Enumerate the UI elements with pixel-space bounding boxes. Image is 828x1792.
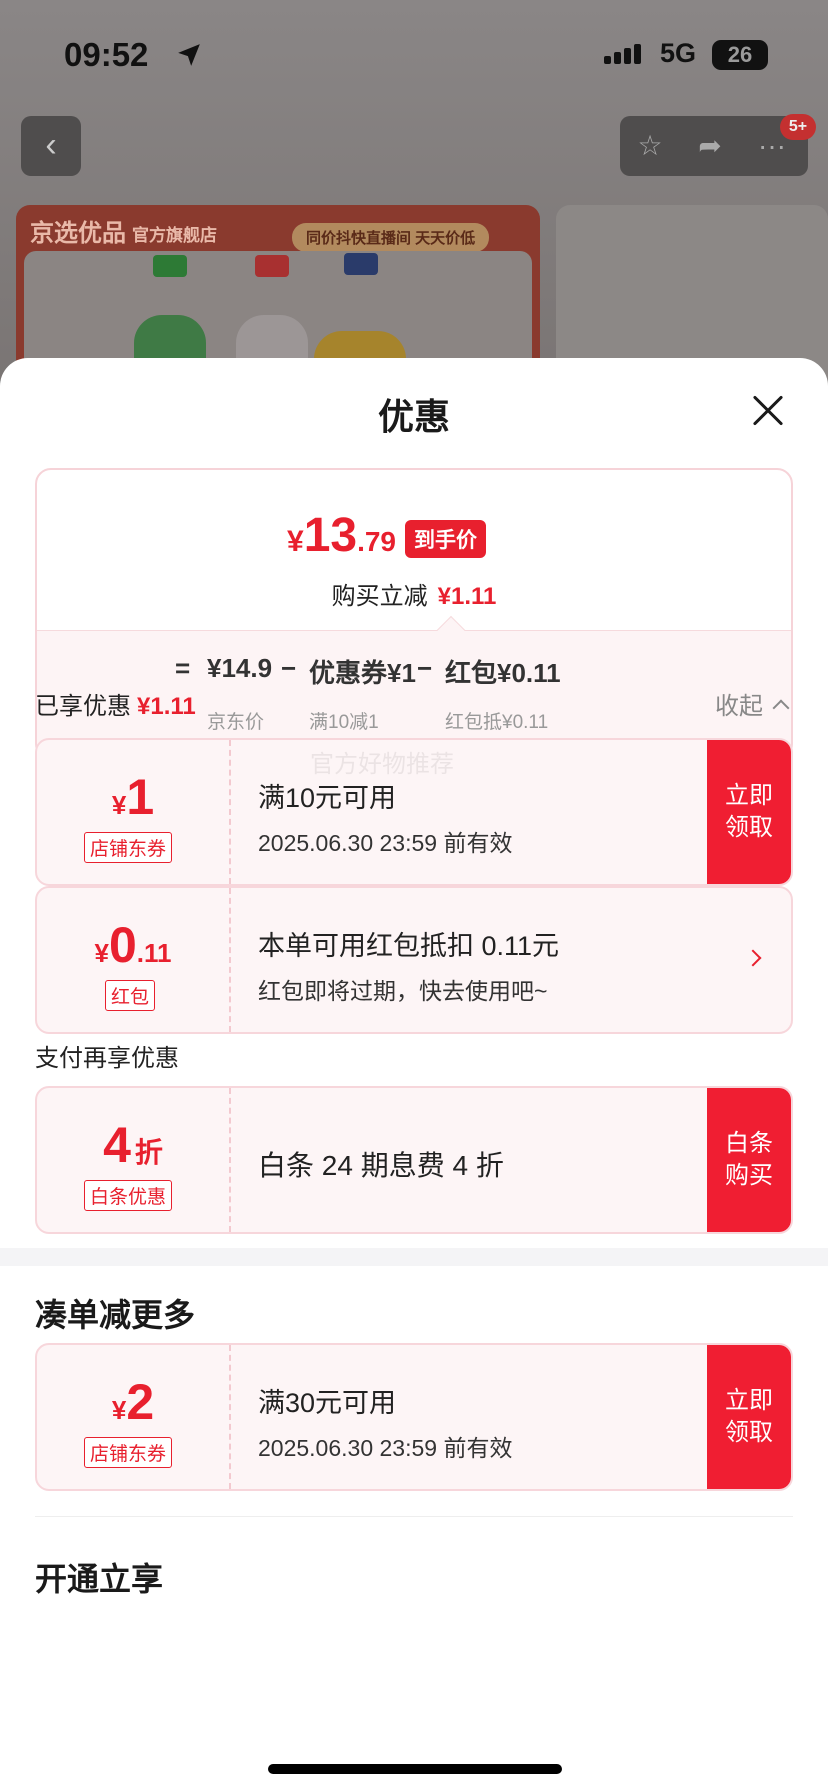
jd-price-label: 京东价 <box>207 712 265 733</box>
discount-rate: 4折 <box>103 1117 163 1173</box>
coupon-type-tag: 白条优惠 <box>84 1180 173 1211</box>
location-arrow-icon <box>178 44 200 66</box>
status-time: 09:52 <box>64 36 149 73</box>
shop-coupon-2[interactable]: ¥2 店铺东券 满30元可用 2025.06.30 23:59 前有效 立即领取 <box>35 1343 793 1491</box>
divider-line <box>35 1516 793 1517</box>
final-price: ¥13.79 <box>287 509 397 562</box>
notification-badge: 5+ <box>780 114 816 140</box>
claim-coupon-button[interactable]: 立即领取 <box>707 1345 791 1489</box>
coupon-value: 优惠券¥1 <box>309 658 416 688</box>
battery-icon: 26 <box>712 40 768 70</box>
reduce-line: 购买立减 ¥1.11 <box>331 583 497 610</box>
coupon-amount: ¥1 <box>111 769 155 825</box>
section-divider <box>0 1248 828 1266</box>
payment-discount-label: 支付再享优惠 <box>35 1045 179 1072</box>
back-button[interactable]: ‹ <box>21 116 81 176</box>
coupon-condition: 满30元可用 <box>258 1388 397 1418</box>
home-indicator <box>268 1764 562 1774</box>
baitiao-coupon[interactable]: 4折 白条优惠 白条 24 期息费 4 折 白条购买 <box>35 1086 793 1234</box>
red-packet-description: 本单可用红包抵扣 0.11元 <box>258 931 560 961</box>
membership-title: 开通立享 <box>35 1561 164 1597</box>
coupon-type-tag: 店铺东券 <box>84 832 173 863</box>
more-discount-title: 凑单减更多 <box>35 1297 196 1333</box>
red-packet-coupon[interactable]: ¥0.11 红包 本单可用红包抵扣 0.11元 红包即将过期，快去使用吧~ <box>35 886 793 1034</box>
network-type: 5G <box>660 38 697 68</box>
equals-sign: = <box>175 653 191 683</box>
banner-slogan: 同价抖快直播间 天天价低 <box>292 223 490 252</box>
watermark: 官方好物推荐 <box>310 751 454 778</box>
coupon-amount: ¥2 <box>111 1374 155 1430</box>
coupon-value-area: ¥0.11 红包 <box>37 888 231 1032</box>
coupon-expiry: 2025.06.30 23:59 前有效 <box>258 830 513 856</box>
jd-price-value: ¥14.9 <box>207 653 273 683</box>
chevron-up-icon <box>772 699 790 717</box>
coupon-expiry: 2025.06.30 23:59 前有效 <box>258 1435 513 1461</box>
bottle-cap <box>255 255 289 277</box>
chevron-right-icon[interactable] <box>744 949 762 967</box>
claim-coupon-button[interactable]: 立即领取 <box>707 740 791 884</box>
coupon-value-area: ¥2 店铺东券 <box>37 1345 231 1489</box>
bottle-cap <box>153 255 187 277</box>
enjoyed-discount-label: 已享优惠 ¥1.11 <box>35 693 196 720</box>
coupon-value-area: ¥1 店铺东券 <box>37 740 231 884</box>
red-packet-label: 红包抵¥0.11 <box>445 712 549 733</box>
share-icon[interactable]: ➦ <box>692 128 728 164</box>
coupon-condition: 满10元可用 <box>258 783 397 813</box>
coupon-value-area: 4折 白条优惠 <box>37 1088 231 1232</box>
discount-sheet: 优惠 ¥13.79 到手价 购买立减 ¥1.11 = ¥14.9 京东价 − 优惠… <box>0 358 828 1792</box>
collapse-button[interactable]: 收起 <box>715 686 790 721</box>
final-price-tag: 到手价 <box>405 520 486 558</box>
coupon-type-tag: 红包 <box>105 980 156 1011</box>
baitiao-description: 白条 24 期息费 4 折 <box>258 1150 504 1181</box>
banner-brand: 京选优品 官方旗舰店 <box>30 220 217 247</box>
minus-sign: − <box>417 653 433 683</box>
status-bar: 09:52 5G 26 <box>0 0 828 100</box>
star-icon[interactable]: ☆ <box>632 128 668 164</box>
price-summary-top: ¥13.79 到手价 购买立减 ¥1.11 <box>37 470 791 630</box>
red-packet-amount: ¥0.11 <box>94 917 172 973</box>
red-packet-value: 红包¥0.11 <box>445 658 561 688</box>
coupon-type-tag: 店铺东券 <box>84 1437 173 1468</box>
red-packet-hint: 红包即将过期，快去使用吧~ <box>258 978 548 1004</box>
sheet-title: 优惠 <box>377 396 450 437</box>
minus-sign: − <box>281 653 297 683</box>
baitiao-buy-button[interactable]: 白条购买 <box>707 1088 791 1232</box>
bottle-cap <box>344 253 378 275</box>
close-icon[interactable] <box>752 394 784 426</box>
signal-icon <box>604 44 644 64</box>
coupon-label: 满10减1 <box>309 712 379 733</box>
